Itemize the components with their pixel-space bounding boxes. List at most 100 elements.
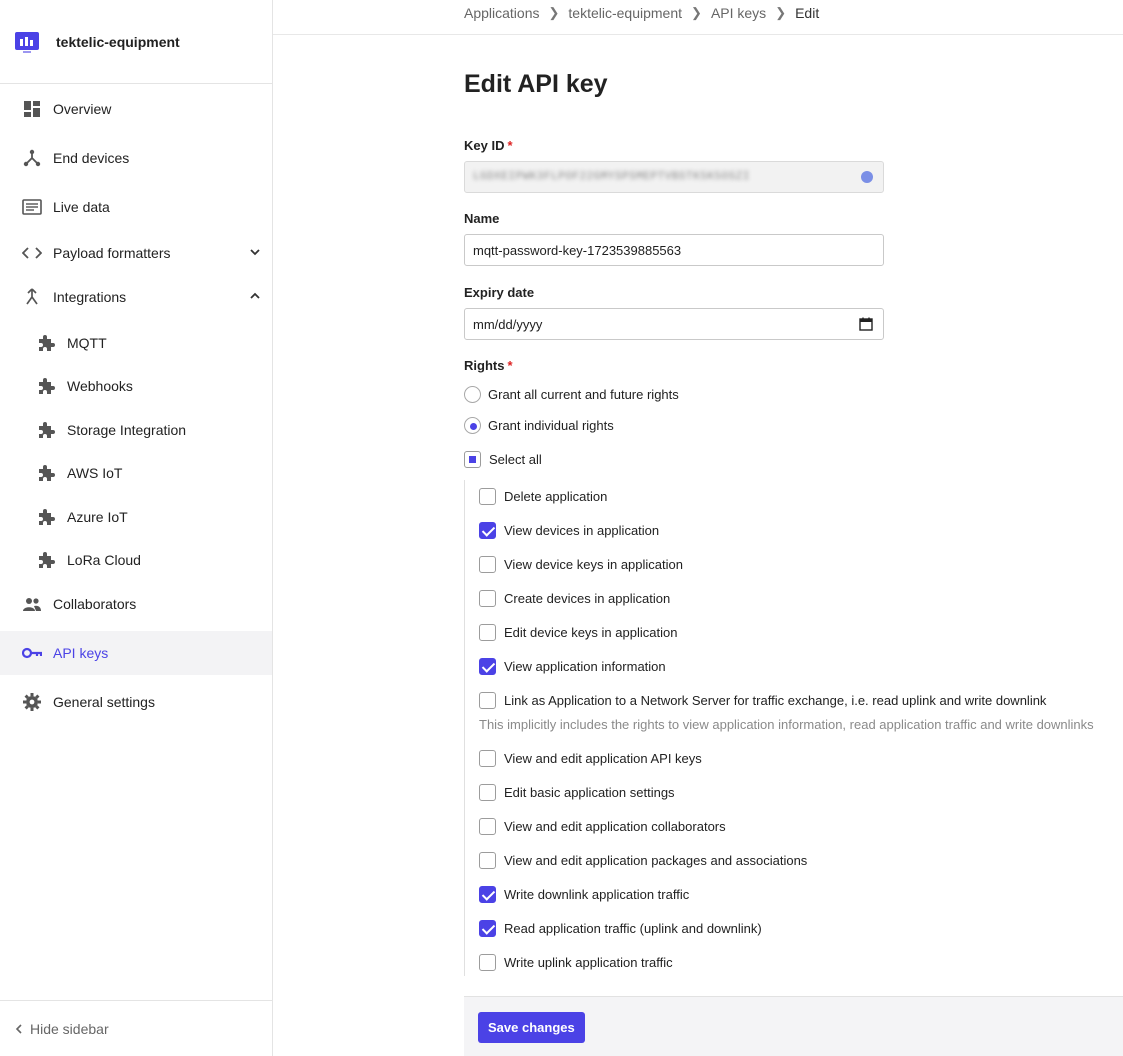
dashboard-icon [22,99,42,119]
gear-icon [22,692,42,712]
right-checkbox[interactable]: Edit device keys in application [479,624,677,641]
checkbox-checked[interactable] [479,920,496,937]
select-all-checkbox[interactable]: Select all [464,451,542,468]
checkbox-label: Link as Application to a Network Server … [504,693,1047,708]
right-checkbox[interactable]: Edit basic application settings [479,784,675,801]
name-label: Name [464,211,500,226]
right-checkbox[interactable]: Link as Application to a Network Server … [479,692,1046,709]
sidebar-item-lora-cloud[interactable]: LoRa Cloud [0,539,272,583]
checkbox-label: Edit device keys in application [504,625,678,640]
radio-button[interactable] [464,386,481,403]
extension-icon [36,333,56,353]
checkbox-checked[interactable] [479,658,496,675]
right-checkbox[interactable]: View and edit application API keys [479,750,702,767]
radio-label: Grant all current and future rights [488,387,679,402]
save-changes-button[interactable]: Save changes [478,1012,585,1043]
sidebar-item-webhooks[interactable]: Webhooks [0,365,272,409]
right-checkbox[interactable]: Read application traffic (uplink and dow… [479,920,762,937]
form-footer: Save changes [464,996,1123,1056]
name-value: mqtt-password-key-1723539885563 [473,242,682,258]
sidebar-item-label: End devices [53,150,130,166]
checkbox-unchecked[interactable] [479,556,496,573]
checkbox-label: Write uplink application traffic [504,955,673,970]
right-checkbox[interactable]: Write downlink application traffic [479,886,689,903]
app-name[interactable]: tektelic-equipment [56,34,180,50]
checkbox-unchecked[interactable] [479,852,496,869]
expiry-date-field[interactable]: mm/dd/yyyy [464,308,884,340]
breadcrumb-applications[interactable]: Applications [464,5,540,21]
extension-icon [36,420,56,440]
right-checkbox[interactable]: View and edit application collaborators [479,818,726,835]
verified-icon [861,171,873,183]
page-title: Edit API key [464,70,608,98]
expiry-label: Expiry date [464,285,535,300]
expiry-placeholder: mm/dd/yyyy [473,316,543,332]
extension-icon [36,463,56,483]
sidebar-item-api-keys[interactable]: API keys [0,631,272,675]
checkbox-unchecked[interactable] [479,624,496,641]
sidebar-item-label: General settings [53,694,155,710]
right-checkbox[interactable]: View device keys in application [479,556,683,573]
breadcrumb-application[interactable]: tektelic-equipment [568,5,682,21]
checkbox-unchecked[interactable] [479,488,496,505]
breadcrumb-api-keys[interactable]: API keys [711,5,766,21]
checkbox-label: Edit basic application settings [504,785,675,800]
checkbox-label: Create devices in application [504,591,671,606]
sidebar-item-end-devices[interactable]: End devices [0,136,272,180]
sidebar-item-label: API keys [53,645,109,661]
checkbox-label: Select all [489,452,542,467]
key-id-label: Key ID * [464,138,513,153]
checkbox-unchecked[interactable] [479,692,496,709]
right-checkbox[interactable]: View and edit application packages and a… [479,852,807,869]
checkbox-unchecked[interactable] [479,818,496,835]
extension-icon [36,550,56,570]
key-id-value: LGDXEIPWK3FLPOF22GMYSPSMEPTVBSTK5K5OSZI [473,171,750,183]
calendar-icon[interactable] [859,317,873,331]
sidebar-item-mqtt[interactable]: MQTT [0,321,272,365]
link-rights-hint: This implicitly includes the rights to v… [479,717,1094,732]
chevron-right-icon: ❯ [691,5,702,20]
required-mark: * [507,138,513,153]
checkbox-indeterminate[interactable] [464,451,481,468]
key-id-field: LGDXEIPWK3FLPOF22GMYSPSMEPTVBSTK5K5OSZI [464,161,884,193]
right-checkbox[interactable]: Write uplink application traffic [479,954,673,971]
checkbox-unchecked[interactable] [479,954,496,971]
sidebar-item-general-settings[interactable]: General settings [0,680,272,724]
code-icon [22,243,42,263]
name-field[interactable]: mqtt-password-key-1723539885563 [464,234,884,266]
sidebar-item-label: AWS IoT [67,465,123,482]
sidebar-item-live-data[interactable]: Live data [0,185,272,229]
sidebar-item-aws-iot[interactable]: AWS IoT [0,452,272,496]
right-checkbox[interactable]: Create devices in application [479,590,670,607]
chevron-up-icon [250,292,260,299]
right-checkbox[interactable]: View devices in application [479,522,659,539]
checkbox-unchecked[interactable] [479,784,496,801]
checkbox-checked[interactable] [479,522,496,539]
sidebar-item-azure-iot[interactable]: Azure IoT [0,495,272,539]
checkbox-label: View application information [504,659,666,674]
sidebar-item-label: LoRa Cloud [67,552,141,569]
checkbox-unchecked[interactable] [479,590,496,607]
sidebar-item-storage-integration[interactable]: Storage Integration [0,408,272,452]
checkbox-checked[interactable] [479,886,496,903]
radio-grant-individual[interactable]: Grant individual rights [464,417,614,434]
sidebar-item-payload-formatters[interactable]: Payload formatters [0,231,272,275]
chevron-down-icon [250,249,260,256]
chevron-left-icon [15,1023,22,1034]
sidebar-item-label: Integrations [53,289,127,305]
hide-sidebar-button[interactable]: Hide sidebar [0,1000,272,1056]
sidebar-item-integrations[interactable]: Integrations [0,275,272,319]
right-checkbox[interactable]: View application information [479,658,666,675]
checkbox-label: View and edit application API keys [504,751,702,766]
radio-grant-all[interactable]: Grant all current and future rights [464,386,679,403]
checkbox-unchecked[interactable] [479,750,496,767]
sidebar-item-label: Azure IoT [67,508,128,525]
chevron-right-icon: ❯ [775,5,787,20]
rights-group-divider [464,480,465,976]
right-checkbox[interactable]: Delete application [479,488,607,505]
checkbox-label: View device keys in application [504,557,683,572]
sidebar-item-collaborators[interactable]: Collaborators [0,582,272,626]
radio-button-selected[interactable] [464,417,481,434]
sidebar-item-overview[interactable]: Overview [0,87,272,131]
sidebar-item-label: Storage Integration [67,421,187,438]
